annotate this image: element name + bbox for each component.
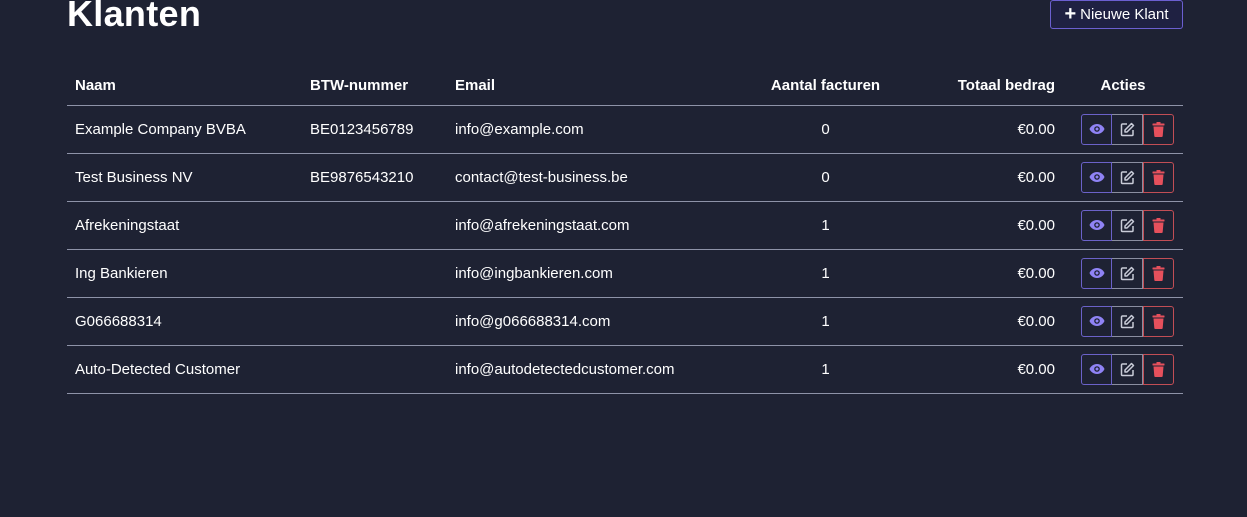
delete-button[interactable] [1143,257,1174,289]
header-vat[interactable]: BTW-nummer [302,66,447,106]
edit-icon [1120,362,1135,377]
page-title: Klanten [67,0,202,34]
table-row[interactable]: Auto-Detected Customer info@autodetected… [67,345,1183,394]
edit-button[interactable] [1112,353,1143,385]
eye-icon [1089,123,1105,135]
customer-invoice-count: 1 [752,345,899,394]
view-button[interactable] [1081,305,1112,337]
delete-button[interactable] [1143,209,1174,241]
customer-name[interactable]: Afrekeningstaat [67,201,302,250]
customer-invoice-count: 1 [752,297,899,346]
customer-vat [302,297,447,346]
customer-name[interactable]: Auto-Detected Customer [67,345,302,394]
customer-total: €0.00 [899,105,1063,154]
customer-email: info@afrekeningstaat.com [447,201,752,250]
eye-icon [1089,315,1105,327]
customer-vat [302,345,447,394]
view-button[interactable] [1081,209,1112,241]
plus-icon: + [1064,2,1077,25]
trash-icon [1152,169,1165,185]
edit-icon [1120,218,1135,233]
header-total[interactable]: Totaal bedrag [899,66,1063,106]
eye-icon [1089,219,1105,231]
customer-vat: BE9876543210 [302,153,447,202]
trash-icon [1152,265,1165,281]
row-actions [1063,153,1183,202]
header-email[interactable]: Email [447,66,752,106]
trash-icon [1152,361,1165,377]
view-button[interactable] [1081,353,1112,385]
table-row[interactable]: Afrekeningstaat info@afrekeningstaat.com… [67,201,1183,250]
edit-button[interactable] [1112,113,1143,145]
edit-button[interactable] [1112,161,1143,193]
customers-page: Klanten + Nieuwe Klant Naam BTW-nummer E… [0,0,1247,517]
view-button[interactable] [1081,161,1112,193]
view-button[interactable] [1081,257,1112,289]
table-row[interactable]: Test Business NV BE9876543210 contact@te… [67,153,1183,202]
action-group [1081,305,1174,337]
customer-total: €0.00 [899,249,1063,298]
delete-button[interactable] [1143,161,1174,193]
eye-icon [1089,267,1105,279]
customer-invoice-count: 1 [752,201,899,250]
customer-total: €0.00 [899,345,1063,394]
header-name[interactable]: Naam [67,66,302,106]
customer-total: €0.00 [899,297,1063,346]
table-row[interactable]: Ing Bankieren info@ingbankieren.com 1 €0… [67,249,1183,298]
row-actions [1063,345,1183,394]
action-group [1081,353,1174,385]
customer-invoice-count: 1 [752,249,899,298]
edit-icon [1120,122,1135,137]
new-customer-button[interactable]: + Nieuwe Klant [1050,0,1183,29]
edit-icon [1120,170,1135,185]
trash-icon [1152,313,1165,329]
table-row[interactable]: Example Company BVBA BE0123456789 info@e… [67,105,1183,154]
action-group [1081,257,1174,289]
delete-button[interactable] [1143,353,1174,385]
customer-vat: BE0123456789 [302,105,447,154]
header-actions: Acties [1063,66,1183,106]
view-button[interactable] [1081,113,1112,145]
row-actions [1063,249,1183,298]
edit-button[interactable] [1112,305,1143,337]
eye-icon [1089,171,1105,183]
edit-button[interactable] [1112,209,1143,241]
customer-total: €0.00 [899,153,1063,202]
customer-email: info@ingbankieren.com [447,249,752,298]
edit-icon [1120,314,1135,329]
action-group [1081,161,1174,193]
row-actions [1063,105,1183,154]
customer-name[interactable]: Ing Bankieren [67,249,302,298]
customer-email: info@autodetectedcustomer.com [447,345,752,394]
customer-vat [302,249,447,298]
customers-table: Naam BTW-nummer Email Aantal facturen To… [67,66,1183,394]
customer-total: €0.00 [899,201,1063,250]
customer-name[interactable]: Example Company BVBA [67,105,302,154]
table-header-row: Naam BTW-nummer Email Aantal facturen To… [67,66,1183,106]
customer-invoice-count: 0 [752,153,899,202]
edit-button[interactable] [1112,257,1143,289]
customer-email: contact@test-business.be [447,153,752,202]
customer-invoice-count: 0 [752,105,899,154]
header-invoice-count[interactable]: Aantal facturen [752,66,899,106]
edit-icon [1120,266,1135,281]
action-group [1081,209,1174,241]
action-group [1081,113,1174,145]
customer-name[interactable]: Test Business NV [67,153,302,202]
row-actions [1063,201,1183,250]
table-row[interactable]: G066688314 info@g066688314.com 1 €0.00 [67,297,1183,346]
trash-icon [1152,217,1165,233]
new-customer-label: Nieuwe Klant [1080,6,1169,23]
delete-button[interactable] [1143,305,1174,337]
customer-email: info@g066688314.com [447,297,752,346]
customer-name[interactable]: G066688314 [67,297,302,346]
row-actions [1063,297,1183,346]
eye-icon [1089,363,1105,375]
customer-email: info@example.com [447,105,752,154]
customer-vat [302,201,447,250]
delete-button[interactable] [1143,113,1174,145]
trash-icon [1152,121,1165,137]
